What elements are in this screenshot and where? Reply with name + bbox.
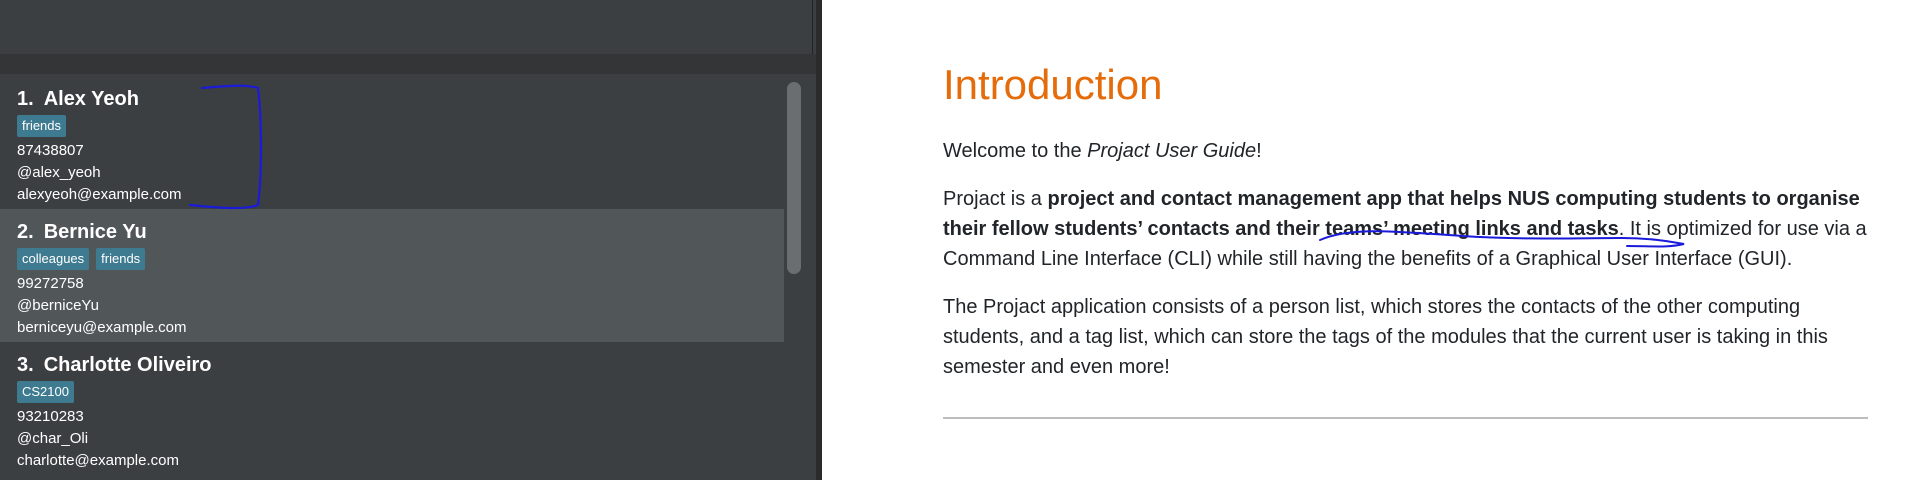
person-telegram: @char_Oli: [17, 430, 89, 447]
tag-list: friends: [17, 115, 784, 137]
person-index: 2.: [17, 221, 34, 243]
guide-content: Introduction Welcome to the Projact User…: [943, 60, 1868, 400]
person-telegram: @alex_yeoh: [17, 164, 101, 181]
panel-separator: [0, 54, 822, 74]
tag-badge: CS2100: [17, 381, 74, 403]
person-email: berniceyu@example.com: [17, 319, 187, 336]
person-index: 3.: [17, 354, 34, 376]
scrollbar-thumb[interactable]: [787, 82, 801, 274]
welcome-suffix: !: [1256, 140, 1262, 162]
user-guide-document: Introduction Welcome to the Projact User…: [822, 0, 1930, 480]
description-lead: Projact is a: [943, 188, 1048, 210]
guide-name: Projact User Guide: [1087, 140, 1257, 162]
person-name-text: Alex Yeoh: [43, 88, 139, 110]
person-index: 1.: [17, 88, 34, 110]
welcome-text: Welcome to the: [943, 140, 1088, 162]
tag-badge: friends: [17, 115, 67, 137]
person-phone: 99272758: [17, 275, 84, 292]
person-name: 1. Alex Yeoh: [17, 87, 784, 111]
person-phone: 87438807: [17, 142, 84, 159]
person-list[interactable]: 1. Alex Yeoh friends 87438807 @alex_yeoh …: [0, 76, 784, 480]
app-window: 1. Alex Yeoh friends 87438807 @alex_yeoh …: [0, 0, 822, 480]
page-title: Introduction: [943, 61, 1163, 108]
description-paragraph: Projact is a project and contact managem…: [943, 184, 1868, 274]
person-card[interactable]: 2. Bernice Yu colleagues friends 99272758…: [0, 209, 784, 342]
welcome-paragraph: Welcome to the Projact User Guide!: [943, 136, 1868, 166]
person-phone: 93210283: [17, 408, 84, 425]
person-name: 3. Charlotte Oliveiro: [17, 353, 784, 377]
overview-paragraph: The Projact application consists of a pe…: [943, 296, 1828, 378]
person-telegram: @berniceYu: [17, 297, 99, 314]
person-email: charlotte@example.com: [17, 452, 179, 469]
person-name-text: Bernice Yu: [43, 221, 147, 243]
tag-badge: friends: [96, 248, 146, 270]
tag-list: CS2100: [17, 381, 784, 403]
person-email: alexyeoh@example.com: [17, 186, 182, 203]
description-bold-underlined: teams’ meeting links and tasks: [1325, 218, 1619, 240]
tag-badge: colleagues: [17, 248, 90, 270]
result-display-panel[interactable]: [0, 0, 813, 55]
person-name-text: Charlotte Oliveiro: [43, 354, 212, 376]
section-divider: [943, 417, 1868, 419]
person-name: 2. Bernice Yu: [17, 220, 784, 244]
person-card[interactable]: 3. Charlotte Oliveiro CS2100 93210283 @ch…: [0, 342, 784, 475]
person-card[interactable]: 1. Alex Yeoh friends 87438807 @alex_yeoh …: [0, 76, 784, 209]
tag-list: colleagues friends: [17, 248, 784, 270]
